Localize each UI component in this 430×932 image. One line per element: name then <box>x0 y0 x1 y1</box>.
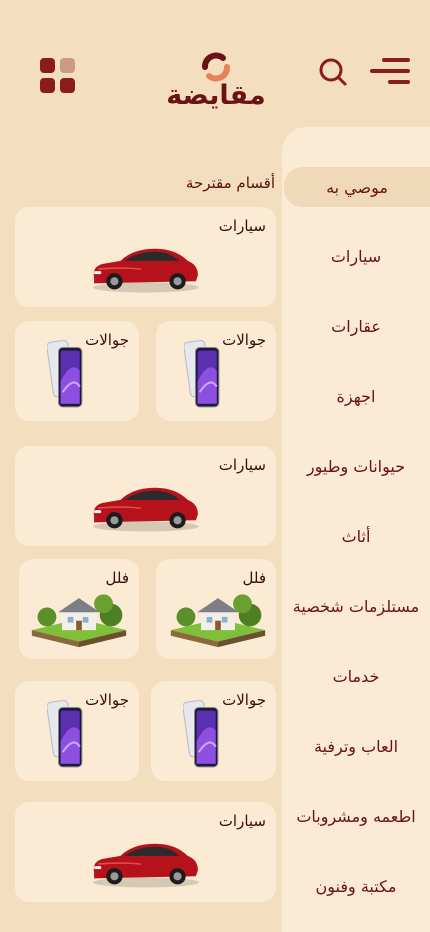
card-label: سيارات <box>218 217 266 235</box>
phone-image <box>47 699 83 768</box>
sidebar-item-label: مكتبة وفنون <box>315 876 397 896</box>
sidebar-item-label: حيوانات وطيور <box>306 456 406 476</box>
sidebar-item-label: خدمات <box>332 666 380 686</box>
sidebar-item-furniture[interactable]: أثاث <box>282 516 430 556</box>
category-card-cars[interactable]: سيارات <box>15 207 276 307</box>
sidebar-item-animals[interactable]: حيوانات وطيور <box>282 446 430 486</box>
car-image <box>92 247 200 294</box>
category-card-cars[interactable]: سيارات <box>15 446 276 546</box>
category-card-phones[interactable]: جوالات <box>15 681 139 781</box>
sidebar-item-cars[interactable]: سيارات <box>282 236 430 276</box>
phone-image <box>184 339 220 408</box>
phone-image <box>183 699 219 768</box>
sidebar-item-library[interactable]: مكتبة وفنون <box>282 866 430 906</box>
phone-image <box>47 339 83 408</box>
category-card-villas[interactable]: فلل <box>19 559 139 659</box>
sidebar-item-label: أثاث <box>341 526 371 546</box>
car-image <box>92 486 200 533</box>
sidebar-item-label: اطعمه ومشروبات <box>296 806 416 826</box>
category-card-phones[interactable]: جوالات <box>15 321 139 421</box>
villa-image <box>170 594 266 648</box>
search-icon[interactable] <box>318 57 348 87</box>
sidebar-item-recommended[interactable]: موصي به <box>284 167 430 207</box>
category-card-phones[interactable]: جوالات <box>156 321 276 421</box>
car-image <box>92 842 200 889</box>
card-label: جوالات <box>222 691 266 709</box>
card-label: جوالات <box>85 331 129 349</box>
sidebar-item-real-estate[interactable]: عقارات <box>282 306 430 346</box>
card-label: جوالات <box>85 691 129 709</box>
category-card-cars[interactable]: سيارات <box>15 802 276 902</box>
logo-mark-icon <box>202 52 230 82</box>
sidebar-item-label: عقارات <box>331 316 381 336</box>
card-label: جوالات <box>222 331 266 349</box>
app-header: مقايضة <box>0 0 430 125</box>
category-card-phones[interactable]: جوالات <box>151 681 276 781</box>
sidebar-item-label: العاب وترفية <box>313 736 399 756</box>
sidebar-item-services[interactable]: خدمات <box>282 656 430 696</box>
villa-image <box>31 594 127 648</box>
logo-text: مقايضة <box>166 80 266 111</box>
sidebar-item-games[interactable]: العاب وترفية <box>282 726 430 766</box>
category-sidebar: موصي به سيارات عقارات اجهزة حيوانات وطيو… <box>282 127 430 932</box>
grid-icon[interactable] <box>40 58 75 93</box>
sidebar-item-label: سيارات <box>330 246 382 266</box>
card-label: سيارات <box>218 812 266 830</box>
sidebar-item-devices[interactable]: اجهزة <box>282 376 430 416</box>
sidebar-item-label: مستلزمات شخصية <box>292 596 420 616</box>
section-title: أقسام مقترحة <box>185 174 275 192</box>
category-card-villas[interactable]: فلل <box>156 559 276 659</box>
menu-icon[interactable] <box>370 58 410 86</box>
sidebar-item-personal[interactable]: مستلزمات شخصية <box>282 586 430 626</box>
app-logo: مقايضة <box>166 52 266 116</box>
card-label: سيارات <box>218 456 266 474</box>
sidebar-item-label: اجهزة <box>336 386 376 406</box>
sidebar-item-label: موصي به <box>326 177 388 197</box>
sidebar-item-food[interactable]: اطعمه ومشروبات <box>282 796 430 836</box>
